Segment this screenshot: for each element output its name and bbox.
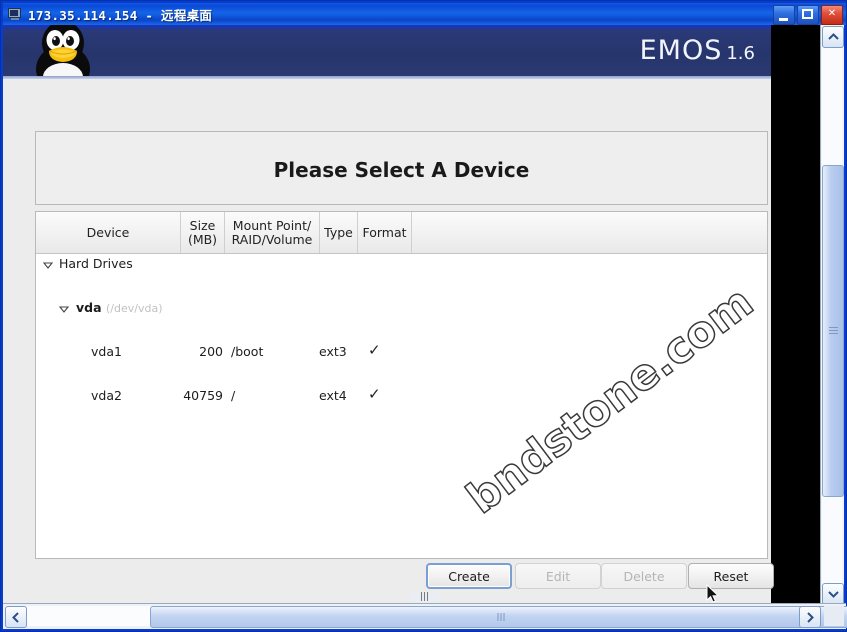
- app-banner: EMOS 1.6: [3, 25, 771, 79]
- device-size: 40759: [183, 388, 223, 403]
- window-title: 173.35.114.154 - 远程桌面: [28, 7, 213, 23]
- column-header-format[interactable]: Format: [358, 212, 412, 253]
- close-button[interactable]: ✕: [821, 5, 843, 25]
- device-mountpoint: /: [231, 388, 236, 403]
- scrollbar-grip-icon: [497, 613, 505, 621]
- scrollbar-grip-icon: [829, 327, 838, 335]
- screenshot-root: 173.35.114.154 - 远程桌面 ✕ EMOS 1.6 Please …: [0, 0, 847, 632]
- table-row[interactable]: Hard Drives: [36, 254, 767, 276]
- horizontal-scrollbar[interactable]: |||: [3, 593, 847, 629]
- table-header-row: Device Size (MB) Mount Point/ RAID/Volum…: [36, 212, 767, 254]
- device-action-buttons: Create Edit Delete Reset: [35, 563, 774, 593]
- column-header-device[interactable]: Device: [36, 212, 181, 253]
- device-label: vda2: [91, 388, 122, 403]
- device-table-panel: Device Size (MB) Mount Point/ RAID/Volum…: [35, 211, 768, 559]
- triangle-down-icon[interactable]: [58, 303, 70, 315]
- session-letterbox: [771, 25, 821, 606]
- format-check-icon: ✓: [368, 341, 381, 359]
- column-header-size[interactable]: Size (MB): [181, 212, 225, 253]
- scrollbar-corner: [824, 606, 844, 626]
- device-size: 200: [199, 344, 223, 359]
- title-panel: Please Select A Device: [35, 131, 768, 205]
- remote-desktop-window: 173.35.114.154 - 远程桌面 ✕ EMOS 1.6 Please …: [0, 0, 847, 632]
- edit-button-label: Edit: [545, 568, 571, 584]
- column-header-size-line1: Size: [189, 217, 216, 233]
- device-label: Hard Drives: [59, 256, 133, 271]
- window-titlebar: 173.35.114.154 - 远程桌面 ✕: [3, 3, 846, 25]
- scroll-right-button[interactable]: [799, 606, 821, 628]
- tux-penguin-logo: [25, 25, 103, 79]
- mouse-cursor: [706, 583, 720, 604]
- format-check-icon: ✓: [368, 385, 381, 403]
- installer-page: Please Select A Device Device Size (MB) …: [3, 79, 774, 606]
- triangle-down-icon[interactable]: [42, 259, 54, 271]
- delete-button: Delete: [601, 563, 687, 589]
- vertical-scrollbar-thumb[interactable]: [822, 165, 844, 497]
- table-row[interactable]: vda (/dev/vda): [36, 298, 767, 320]
- column-header-type[interactable]: Type: [320, 212, 358, 253]
- table-body: Hard Drives vda (/dev/vda) vda1 200 /boo…: [36, 254, 767, 558]
- scroll-down-button[interactable]: [822, 583, 844, 605]
- device-label: vda: [76, 300, 102, 315]
- product-name: EMOS: [639, 35, 723, 66]
- device-type: ext3: [319, 344, 347, 359]
- vertical-scrollbar[interactable]: [820, 25, 844, 606]
- create-button-label: Create: [448, 568, 490, 584]
- reset-button[interactable]: Reset: [688, 563, 774, 589]
- product-version: 1.6: [726, 43, 755, 64]
- maximize-button[interactable]: [797, 5, 819, 25]
- column-header-mount-line2: RAID/Volume: [231, 231, 313, 247]
- table-row[interactable]: vda2 40759 / ext4 ✓: [36, 385, 767, 408]
- column-header-size-line2: (MB): [187, 231, 218, 247]
- product-title: EMOS 1.6: [640, 35, 755, 66]
- device-type: ext4: [319, 388, 347, 403]
- edit-button: Edit: [515, 563, 601, 589]
- device-label: vda1: [91, 344, 122, 359]
- window-controls: ✕: [773, 5, 843, 25]
- reset-button-label: Reset: [713, 568, 749, 584]
- delete-button-label: Delete: [623, 568, 665, 584]
- minimize-button[interactable]: [773, 5, 795, 25]
- create-button[interactable]: Create: [426, 563, 512, 589]
- scroll-left-button[interactable]: [5, 606, 27, 628]
- remote-session-canvas: EMOS 1.6 Please Select A Device Device Si…: [3, 25, 821, 606]
- column-header-mountpoint[interactable]: Mount Point/ RAID/Volume: [225, 212, 320, 253]
- device-path: (/dev/vda): [106, 302, 163, 315]
- scrollbar-tab-marker: |||: [410, 593, 439, 602]
- page-title: Please Select A Device: [273, 158, 530, 182]
- remote-desktop-icon: [7, 6, 23, 22]
- scroll-up-button[interactable]: [822, 26, 844, 48]
- table-row[interactable]: vda1 200 /boot ext3 ✓: [36, 341, 767, 364]
- column-header-mount-line1: Mount Point/: [232, 217, 312, 233]
- close-icon: ✕: [827, 8, 837, 19]
- device-mountpoint: /boot: [231, 344, 264, 359]
- horizontal-scrollbar-thumb[interactable]: [150, 606, 847, 628]
